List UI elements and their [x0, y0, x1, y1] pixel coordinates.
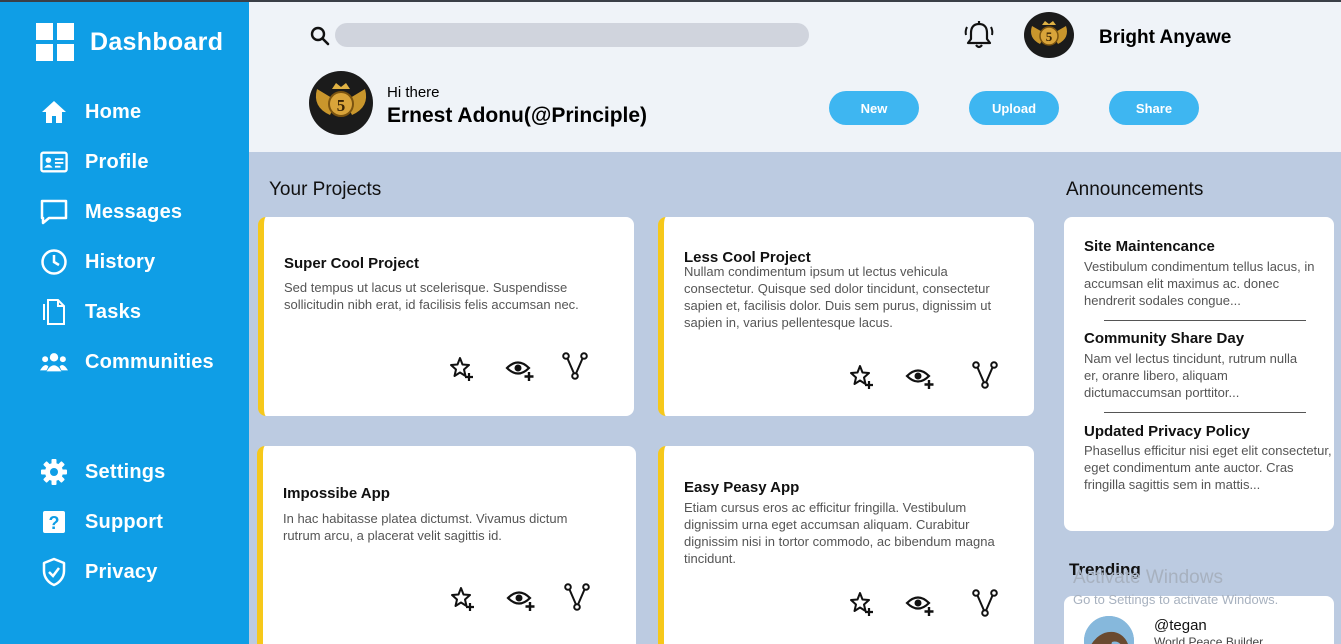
search-input[interactable] — [335, 23, 809, 47]
svg-text:5: 5 — [1046, 29, 1053, 44]
trending-handle: @tegan — [1154, 617, 1207, 634]
sidebar-item-label: Settings — [85, 460, 166, 483]
project-description: Nullam condimentum ipsum ut lectus vehic… — [684, 264, 992, 330]
project-description: Sed tempus ut lacus ut scelerisque. Susp… — [284, 280, 579, 312]
profile-avatar[interactable]: 5 — [309, 71, 373, 135]
project-card[interactable]: Super Cool Project Sed tempus ut lacus u… — [258, 217, 634, 416]
shield-icon — [40, 557, 68, 587]
sidebar: Dashboard Home Profile Messages History … — [0, 2, 249, 644]
new-button[interactable]: New — [829, 91, 919, 125]
trending-subtitle: World Peace Builder — [1154, 635, 1264, 644]
announcements-panel: Site Maintencance Vestibulum condimentum… — [1064, 217, 1334, 531]
sidebar-item-history[interactable]: History — [40, 247, 155, 277]
sidebar-item-label: Communities — [85, 350, 214, 373]
user-name: Bright Anyawe — [1099, 27, 1232, 48]
project-title: Super Cool Project — [284, 255, 420, 272]
sidebar-item-tasks[interactable]: Tasks — [40, 297, 141, 327]
sidebar-item-profile[interactable]: Profile — [40, 147, 149, 177]
sidebar-item-label: Home — [85, 100, 142, 123]
clock-icon — [40, 248, 68, 276]
sidebar-item-support[interactable]: ? Support — [40, 507, 163, 537]
project-card[interactable]: Easy Peasy App Etiam cursus eros ac effi… — [658, 446, 1034, 644]
project-card[interactable]: Impossibe App In hac habitasse platea di… — [257, 446, 636, 644]
announcements-section-title: Announcements — [1066, 179, 1204, 200]
svg-text:?: ? — [49, 513, 60, 533]
message-icon — [40, 198, 68, 226]
document-icon — [40, 298, 68, 326]
watch-add-icon[interactable] — [905, 362, 935, 392]
sidebar-title: Dashboard — [90, 27, 224, 56]
sidebar-item-label: Profile — [85, 150, 149, 173]
trending-card[interactable]: @tegan World Peace Builder — [1064, 596, 1334, 644]
announcement-body: Nam vel lectus tincidunt, rutrum nulla e… — [1084, 351, 1298, 400]
sidebar-item-label: Support — [85, 510, 164, 533]
sidebar-item-home[interactable]: Home — [40, 97, 141, 127]
project-description: In hac habitasse platea dictumst. Vivamu… — [283, 511, 568, 543]
projects-section-title: Your Projects — [269, 179, 382, 200]
fork-icon[interactable] — [970, 588, 1000, 618]
users-icon — [40, 348, 68, 376]
profile-card-icon — [40, 148, 68, 176]
project-title: Impossibe App — [283, 485, 390, 502]
greeting-username: Ernest Adonu(@Principle) — [387, 104, 648, 127]
announcement-title[interactable]: Updated Privacy Policy — [1084, 423, 1250, 440]
watch-add-icon[interactable] — [905, 589, 935, 619]
trending-section-title: Trending — [1069, 560, 1141, 579]
gear-icon — [40, 458, 68, 486]
fork-icon[interactable] — [970, 360, 1000, 390]
help-icon: ? — [40, 508, 68, 536]
sidebar-item-label: Messages — [85, 200, 183, 223]
sidebar-item-label: Privacy — [85, 560, 158, 583]
dashboard-grid-icon — [36, 23, 75, 61]
trending-avatar[interactable] — [1084, 616, 1134, 644]
star-add-icon[interactable] — [847, 362, 877, 392]
announcement-body: Vestibulum condimentum tellus lacus, in … — [1084, 259, 1315, 308]
announcement-body: Phasellus efficitur nisi eget elit conse… — [1084, 443, 1332, 492]
announcement-title[interactable]: Community Share Day — [1084, 330, 1244, 347]
fork-icon[interactable] — [562, 582, 592, 612]
greeting-text: Hi there — [387, 84, 440, 101]
notification-bell-icon[interactable] — [963, 20, 995, 55]
brand[interactable]: Dashboard — [36, 23, 223, 61]
project-card[interactable]: Less Cool Project Nullam condimentum ips… — [658, 217, 1034, 416]
divider — [1104, 320, 1306, 321]
star-add-icon[interactable] — [448, 584, 478, 614]
sidebar-item-label: History — [85, 250, 156, 273]
star-add-icon[interactable] — [847, 589, 877, 619]
sidebar-item-messages[interactable]: Messages — [40, 197, 182, 227]
svg-text:5: 5 — [337, 96, 346, 115]
watch-add-icon[interactable] — [505, 354, 535, 384]
star-add-icon[interactable] — [447, 354, 477, 384]
project-title: Easy Peasy App — [684, 479, 800, 496]
share-button[interactable]: Share — [1109, 91, 1199, 125]
project-description: Etiam cursus eros ac efficitur fringilla… — [684, 500, 995, 566]
announcement-title[interactable]: Site Maintencance — [1084, 238, 1215, 255]
sidebar-item-privacy[interactable]: Privacy — [40, 557, 158, 587]
header: 5 Bright Anyawe 5 Hi there Ernest Adonu(… — [249, 2, 1341, 152]
sidebar-item-label: Tasks — [85, 300, 142, 323]
watch-add-icon[interactable] — [506, 584, 536, 614]
home-icon — [40, 98, 68, 126]
search-icon[interactable] — [310, 26, 330, 51]
divider — [1104, 412, 1306, 413]
sidebar-item-settings[interactable]: Settings — [40, 457, 166, 487]
user-avatar[interactable]: 5 — [1024, 12, 1074, 58]
sidebar-item-communities[interactable]: Communities — [40, 347, 214, 377]
upload-button[interactable]: Upload — [969, 91, 1059, 125]
fork-icon[interactable] — [560, 351, 590, 381]
